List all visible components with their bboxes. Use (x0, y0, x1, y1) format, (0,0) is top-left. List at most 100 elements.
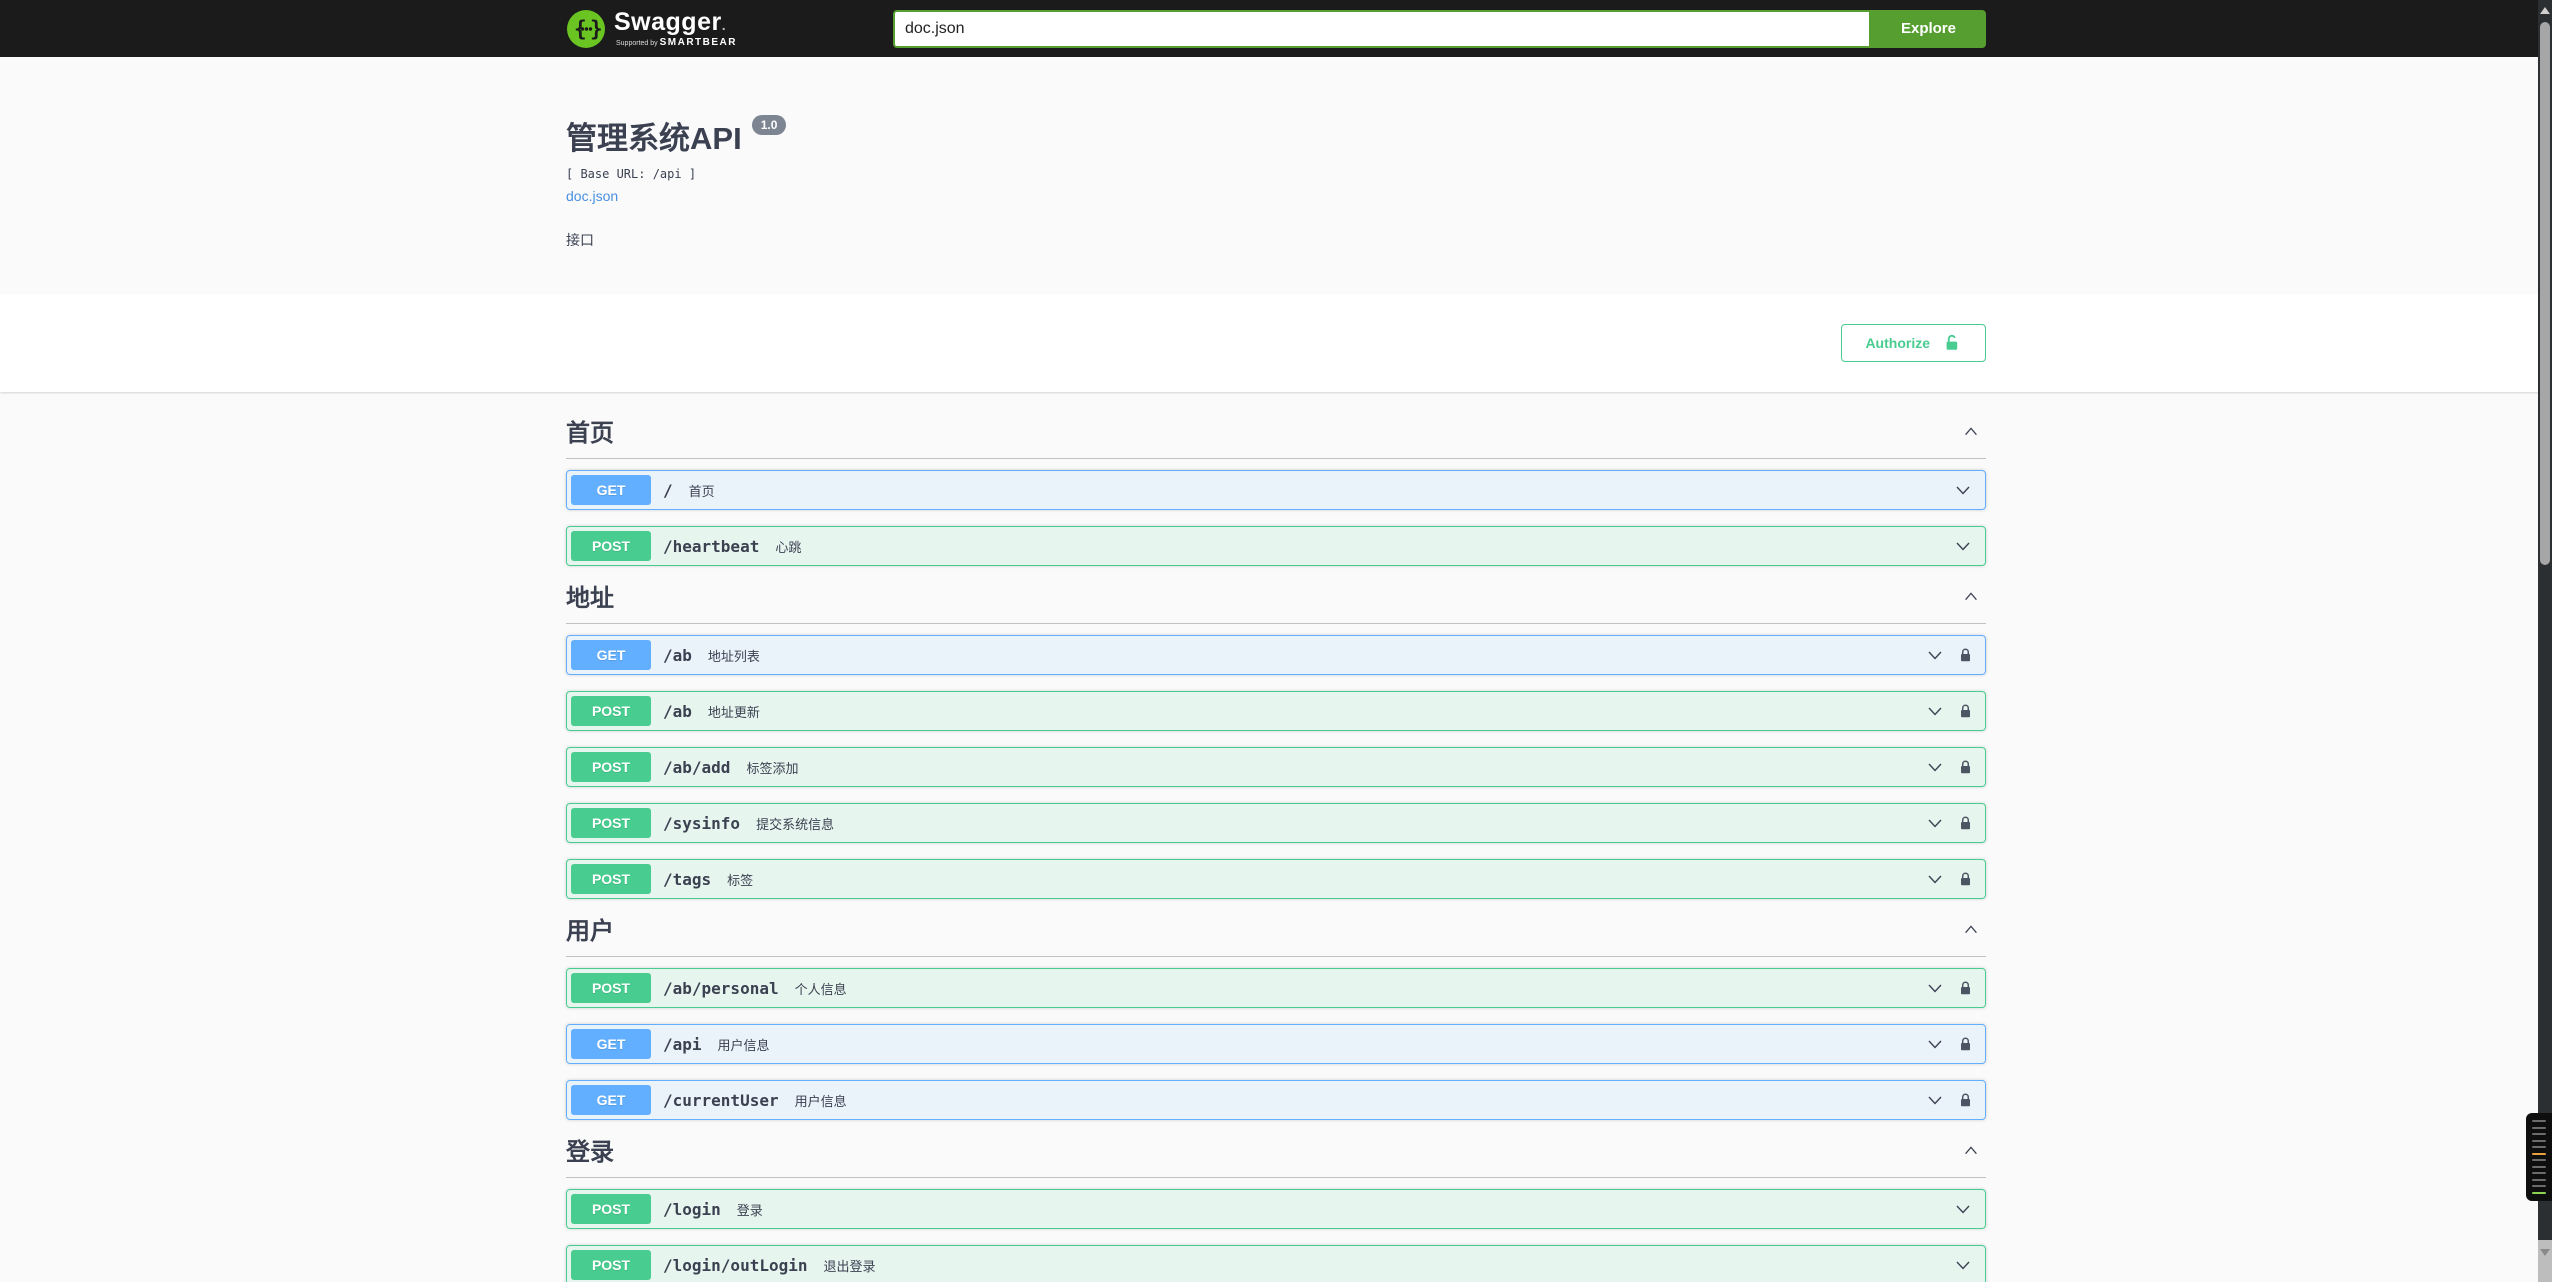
expand-endpoint-button[interactable] (1953, 1255, 1973, 1275)
endpoint-summary: 标签添加 (746, 760, 799, 776)
explore-button[interactable]: Explore (1870, 9, 1986, 48)
endpoint-path: /currentUser (663, 1090, 779, 1110)
scroll-up-icon[interactable] (2540, 7, 2550, 14)
chevron-down-icon (1928, 875, 1942, 884)
opblock-tag-section: 地址 GET /ab 地址列表 POST /ab 地址更新 POST /ab/a… (566, 582, 1986, 899)
expand-endpoint-button[interactable] (1925, 701, 1945, 721)
endpoint-row: POST /ab/add 标签添加 (566, 747, 1986, 787)
expand-endpoint-button[interactable] (1925, 813, 1945, 833)
endpoint-auth-button[interactable] (1958, 980, 1973, 997)
endpoint-summary-bar[interactable]: GET /currentUser 用户信息 (567, 1081, 1985, 1119)
endpoint-summary-bar[interactable]: POST /heartbeat 心跳 (567, 527, 1985, 565)
endpoint-list: GET / 首页 POST /heartbeat 心跳 (566, 459, 1986, 566)
chevron-down-icon (1928, 707, 1942, 716)
endpoint-summary: 退出登录 (823, 1258, 876, 1274)
endpoint-summary-bar[interactable]: POST /login 登录 (567, 1190, 1985, 1228)
endpoint-row: GET /currentUser 用户信息 (566, 1080, 1986, 1120)
endpoint-path: /login (663, 1199, 721, 1219)
expand-endpoint-button[interactable] (1925, 645, 1945, 665)
lock-icon (1961, 872, 1970, 885)
endpoint-path: /ab (663, 701, 692, 721)
section-header[interactable]: 地址 (566, 582, 1986, 624)
smartbear-label: SMARTBEAR (659, 36, 737, 48)
method-badge: POST (571, 696, 651, 726)
chevron-down-icon (1956, 1205, 1970, 1214)
endpoint-path: / (663, 480, 673, 500)
scrollbar-thumb[interactable] (2540, 22, 2550, 565)
endpoint-path: /tags (663, 869, 712, 889)
method-badge: GET (571, 1085, 651, 1115)
chevron-down-icon (1928, 651, 1942, 660)
section-header[interactable]: 首页 (566, 417, 1986, 459)
scheme-container: Authorize (0, 294, 2552, 392)
authorize-button[interactable]: Authorize (1841, 324, 1986, 362)
endpoint-row: POST /sysinfo 提交系统信息 (566, 803, 1986, 843)
endpoint-list: POST /login 登录 POST /login/outLogin 退出登录 (566, 1178, 1986, 1282)
endpoint-summary-bar[interactable]: POST /tags 标签 (567, 860, 1985, 898)
chevron-down-icon (1928, 819, 1942, 828)
endpoint-summary-bar[interactable]: POST /login/outLogin 退出登录 (567, 1246, 1985, 1282)
expand-endpoint-button[interactable] (1925, 757, 1945, 777)
mini-console-widget[interactable] (2526, 1113, 2552, 1201)
scroll-down-icon[interactable] (2540, 1249, 2550, 1256)
scrollbar-bottom (2538, 1240, 2552, 1282)
expand-endpoint-button[interactable] (1925, 1090, 1945, 1110)
endpoint-path: /heartbeat (663, 536, 760, 556)
endpoint-summary: 用户信息 (717, 1037, 770, 1053)
endpoint-summary-bar[interactable]: GET / 首页 (567, 471, 1985, 509)
spec-doc-link[interactable]: doc.json (566, 188, 618, 204)
endpoint-auth-button[interactable] (1958, 703, 1973, 720)
expand-endpoint-button[interactable] (1953, 1199, 1973, 1219)
expand-endpoint-button[interactable] (1925, 869, 1945, 889)
swagger-logo[interactable]: { } Swagger. Supported by SMARTBEAR (566, 9, 737, 49)
endpoint-summary-bar[interactable]: GET /api 用户信息 (567, 1025, 1985, 1063)
expand-endpoint-button[interactable] (1953, 480, 1973, 500)
endpoint-summary-bar[interactable]: POST /ab/personal 个人信息 (567, 969, 1985, 1007)
method-badge: POST (571, 531, 651, 561)
endpoint-auth-button[interactable] (1958, 871, 1973, 888)
endpoint-path: /ab/add (663, 757, 731, 777)
chevron-up-icon (1965, 592, 1977, 601)
chevron-up-icon (1965, 427, 1977, 436)
endpoint-row: GET /ab 地址列表 (566, 635, 1986, 675)
method-badge: GET (571, 475, 651, 505)
endpoint-auth-button[interactable] (1958, 815, 1973, 832)
method-badge: GET (571, 640, 651, 670)
endpoint-path: /login/outLogin (663, 1255, 808, 1275)
endpoint-row: POST /heartbeat 心跳 (566, 526, 1986, 566)
expand-endpoint-button[interactable] (1925, 978, 1945, 998)
endpoint-auth-button[interactable] (1958, 647, 1973, 664)
collapse-section-button[interactable] (1956, 588, 1986, 609)
section-header[interactable]: 登录 (566, 1136, 1986, 1178)
endpoint-auth-button[interactable] (1958, 759, 1973, 776)
endpoint-auth-button[interactable] (1958, 1036, 1973, 1053)
endpoint-row: POST /ab/personal 个人信息 (566, 968, 1986, 1008)
method-badge: POST (571, 752, 651, 782)
expand-endpoint-button[interactable] (1925, 1034, 1945, 1054)
endpoint-summary-bar[interactable]: GET /ab 地址列表 (567, 636, 1985, 674)
endpoint-summary: 登录 (736, 1202, 763, 1218)
endpoint-list: GET /ab 地址列表 POST /ab 地址更新 POST /ab/add … (566, 624, 1986, 899)
chevron-up-icon (1965, 1146, 1977, 1155)
endpoint-summary-bar[interactable]: POST /ab 地址更新 (567, 692, 1985, 730)
section-header[interactable]: 用户 (566, 915, 1986, 957)
section-title: 用户 (566, 918, 614, 945)
authorize-label: Authorize (1865, 335, 1930, 351)
version-badge: 1.0 (751, 115, 787, 135)
collapse-section-button[interactable] (1956, 1142, 1986, 1163)
chevron-down-icon (1956, 1261, 1970, 1270)
section-title: 地址 (566, 585, 614, 612)
lock-icon (1961, 760, 1970, 773)
spec-url-input[interactable] (892, 9, 1871, 48)
collapse-section-button[interactable] (1956, 423, 1986, 444)
lock-icon (1961, 981, 1970, 994)
scrollbar[interactable] (2538, 0, 2552, 1282)
expand-endpoint-button[interactable] (1953, 536, 1973, 556)
endpoint-path: /sysinfo (663, 813, 741, 833)
endpoint-auth-button[interactable] (1958, 1092, 1973, 1109)
endpoint-summary-bar[interactable]: POST /sysinfo 提交系统信息 (567, 804, 1985, 842)
collapse-section-button[interactable] (1956, 921, 1986, 942)
endpoint-summary-bar[interactable]: POST /ab/add 标签添加 (567, 748, 1985, 786)
method-badge: GET (571, 1029, 651, 1059)
method-badge: POST (571, 1250, 651, 1280)
